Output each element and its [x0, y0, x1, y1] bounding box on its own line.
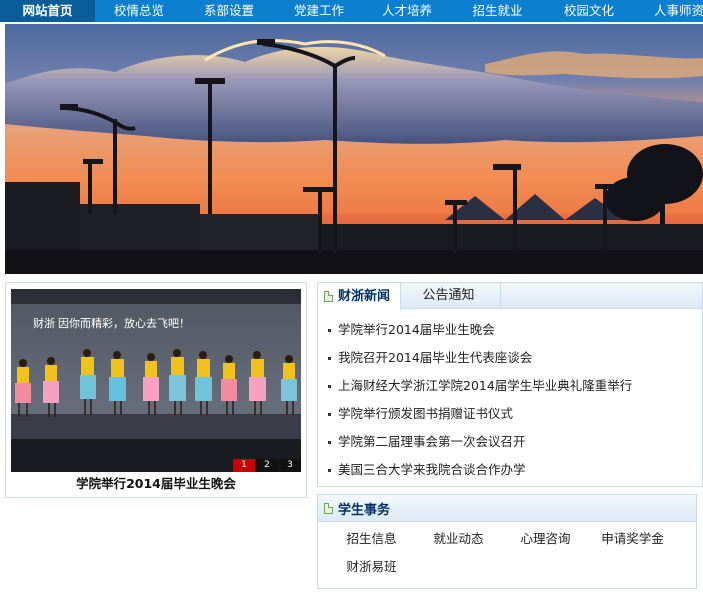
news-item: 上海财经大学浙江学院2014届学生毕业典礼隆重举行 — [328, 372, 698, 400]
bullet-icon — [328, 413, 331, 416]
news-panel: 财浙新闻 公告通知 学院举行2014届毕业生晚会 我院召开2014届毕业生代表座… — [317, 282, 703, 487]
bullet-icon — [328, 329, 331, 332]
link-yiban[interactable]: 财浙易班 — [328, 559, 415, 587]
document-icon — [324, 291, 333, 302]
nav-item-departments[interactable]: 系部设置 — [183, 0, 275, 22]
banner-photo — [5, 24, 703, 274]
news-link[interactable]: 美国三合大学来我院合谈合作办学 — [338, 462, 526, 477]
slide-page-1-button[interactable]: 1 — [233, 459, 255, 472]
news-item: 学院举行2014届毕业生晚会 — [328, 316, 698, 344]
tab-college-news[interactable]: 财浙新闻 — [318, 283, 402, 310]
tab-college-news-label: 财浙新闻 — [338, 288, 391, 304]
news-link[interactable]: 学院第二届理事会第一次会议召开 — [338, 434, 526, 449]
tab-announcements-label: 公告通知 — [422, 288, 475, 303]
news-link[interactable]: 上海财经大学浙江学院2014届学生毕业典礼隆重举行 — [338, 378, 632, 393]
bullet-icon — [328, 441, 331, 444]
stage-banner-text: 财浙 因你而精彩，放心去飞吧！ — [33, 316, 190, 330]
bullet-icon — [328, 469, 331, 472]
slideshow-photo[interactable]: 财浙 因你而精彩，放心去飞吧！ 1 2 3 — [11, 289, 301, 472]
link-admissions-info[interactable]: 招生信息 — [328, 531, 415, 559]
student-affairs-links: 招生信息 就业动态 心理咨询 申请奖学金 财浙易班 — [328, 531, 692, 587]
slide-page-3-button[interactable]: 3 — [279, 459, 301, 472]
slide-page-2-button[interactable]: 2 — [256, 459, 278, 472]
news-list: 学院举行2014届毕业生晚会 我院召开2014届毕业生代表座谈会 上海财经大学浙… — [328, 316, 698, 484]
bullet-icon — [328, 357, 331, 360]
news-link[interactable]: 学院举行2014届毕业生晚会 — [338, 322, 495, 337]
bullet-icon — [328, 385, 331, 388]
student-affairs-header: 学生事务 — [318, 495, 696, 522]
campus-sunset-banner — [5, 24, 703, 274]
nav-item-campus-culture[interactable]: 校园文化 — [544, 0, 634, 22]
news-link[interactable]: 我院召开2014届毕业生代表座谈会 — [338, 350, 532, 365]
news-item: 学院第二届理事会第一次会议召开 — [328, 428, 698, 456]
nav-item-home[interactable]: 网站首页 — [0, 0, 95, 22]
top-navigation: 网站首页 校情总览 系部设置 党建工作 人才培养 招生就业 校园文化 人事师资 — [0, 0, 703, 22]
link-counseling[interactable]: 心理咨询 — [502, 531, 589, 559]
nav-item-party-building[interactable]: 党建工作 — [275, 0, 363, 22]
student-affairs-panel: 学生事务 招生信息 就业动态 心理咨询 申请奖学金 财浙易班 — [317, 494, 697, 589]
nav-item-overview[interactable]: 校情总览 — [95, 0, 183, 22]
news-tabs: 财浙新闻 公告通知 — [318, 283, 702, 310]
tab-announcements[interactable]: 公告通知 — [401, 283, 502, 309]
news-item: 学院举行颁发图书捐赠证书仪式 — [328, 400, 698, 428]
performance-stage-photo: 财浙 因你而精彩，放心去飞吧！ — [11, 289, 301, 472]
document-icon — [324, 502, 333, 514]
news-item: 美国三合大学来我院合谈合作办学 — [328, 456, 698, 484]
link-scholarship[interactable]: 申请奖学金 — [589, 531, 676, 559]
link-employment-news[interactable]: 就业动态 — [415, 531, 502, 559]
nav-item-admissions[interactable]: 招生就业 — [451, 0, 544, 22]
slideshow-pager: 1 2 3 — [232, 459, 301, 472]
slideshow-caption[interactable]: 学院举行2014届毕业生晚会 — [6, 473, 306, 492]
news-item: 我院召开2014届毕业生代表座谈会 — [328, 344, 698, 372]
nav-item-faculty[interactable]: 人事师资 — [634, 0, 703, 22]
news-link[interactable]: 学院举行颁发图书捐赠证书仪式 — [338, 406, 513, 421]
student-affairs-title: 学生事务 — [338, 502, 391, 518]
nav-item-talent-training[interactable]: 人才培养 — [363, 0, 451, 22]
photo-slideshow: 财浙 因你而精彩，放心去飞吧！ 1 2 3 学院举行2014届毕业生晚会 — [5, 282, 307, 498]
